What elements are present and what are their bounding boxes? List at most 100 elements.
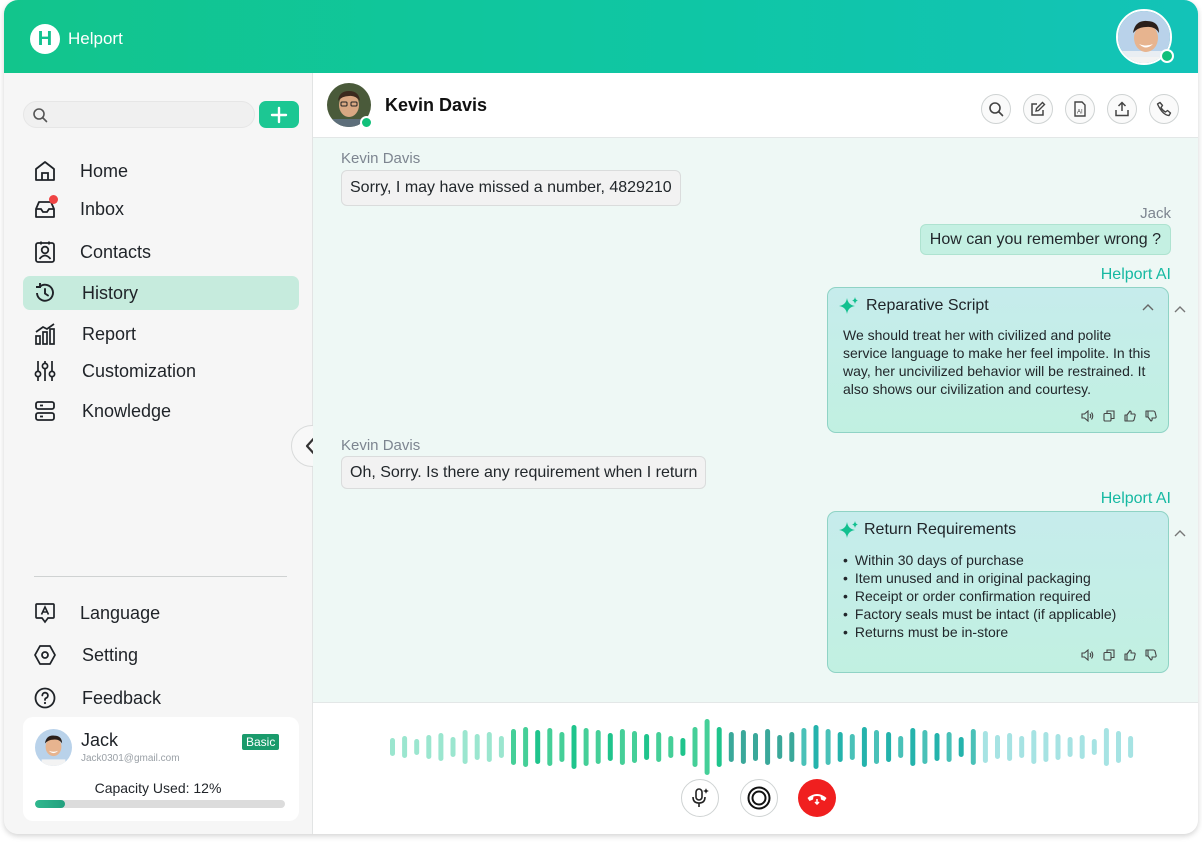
waveform-bar bbox=[704, 719, 710, 775]
nav-item-contacts[interactable]: Contacts bbox=[23, 235, 299, 269]
share-icon bbox=[1115, 101, 1129, 117]
waveform-bar bbox=[523, 727, 529, 767]
waveform-bar bbox=[765, 729, 771, 765]
app-logo[interactable]: H Helport bbox=[30, 24, 123, 54]
waveform-bar bbox=[680, 738, 686, 756]
thumbs-down-icon[interactable] bbox=[1145, 649, 1157, 661]
nav-item-language[interactable]: Language bbox=[23, 596, 299, 630]
sidebar-divider bbox=[34, 576, 287, 577]
ai-card-actions bbox=[1081, 410, 1157, 422]
add-button[interactable] bbox=[259, 101, 299, 128]
waveform-bar bbox=[692, 727, 698, 767]
logo-icon: H bbox=[30, 24, 60, 54]
plan-badge: Basic bbox=[242, 734, 280, 750]
home-icon bbox=[33, 159, 57, 183]
waveform-bar bbox=[511, 729, 516, 765]
ai-suggestion-card: Reparative Script We should treat her wi… bbox=[827, 287, 1169, 433]
app-name: Helport bbox=[68, 29, 123, 48]
plus-icon bbox=[270, 106, 288, 123]
waveform-bar bbox=[402, 736, 408, 758]
nav-item-feedback[interactable]: Feedback bbox=[23, 681, 299, 715]
edit-note-button[interactable] bbox=[1023, 94, 1053, 124]
waveform-bar bbox=[1007, 733, 1013, 761]
user-card[interactable]: Jack Jack0301@gmail.com Basic Capacity U… bbox=[23, 717, 299, 821]
waveform-bar bbox=[390, 738, 395, 756]
nav-item-setting[interactable]: Setting bbox=[23, 638, 299, 672]
nav-item-report[interactable]: Report bbox=[23, 317, 299, 351]
nav-item-customization[interactable]: Customization bbox=[23, 354, 299, 388]
contact-avatar[interactable] bbox=[327, 83, 373, 129]
nav-item-history[interactable]: History bbox=[23, 276, 299, 310]
hangup-button[interactable] bbox=[798, 779, 836, 817]
speaker-icon[interactable] bbox=[1081, 410, 1094, 422]
sidebar: Home Inbox Contacts History Report Custo… bbox=[4, 73, 313, 834]
waveform-bar bbox=[982, 731, 988, 763]
waveform-bar bbox=[716, 727, 722, 767]
waveform-bar bbox=[970, 729, 976, 765]
waveform-bar bbox=[498, 736, 504, 758]
waveform-bar bbox=[995, 735, 1000, 759]
nav-item-inbox[interactable]: Inbox bbox=[23, 192, 299, 226]
ai-card-actions bbox=[1081, 649, 1157, 661]
thumbs-up-icon[interactable] bbox=[1124, 410, 1136, 422]
ai-card-title: Reparative Script bbox=[866, 297, 989, 314]
collapse-card-icon[interactable] bbox=[1174, 300, 1186, 318]
top-bar: H Helport bbox=[4, 0, 1198, 73]
hangup-icon bbox=[807, 794, 827, 805]
list-item: Factory seals must be intact (if applica… bbox=[843, 605, 1158, 623]
message-sender: Jack bbox=[1140, 205, 1171, 222]
nav-item-knowledge[interactable]: Knowledge bbox=[23, 394, 299, 428]
incoming-message: Sorry, I may have missed a number, 48292… bbox=[341, 170, 681, 206]
waveform-bar bbox=[958, 737, 964, 757]
nav-label-history: History bbox=[82, 282, 139, 303]
history-icon bbox=[33, 281, 57, 305]
waveform-bar bbox=[1019, 736, 1025, 758]
ai-card-title: Return Requirements bbox=[864, 521, 1017, 538]
waveform-bar bbox=[946, 732, 952, 762]
waveform-bar bbox=[632, 731, 637, 763]
user-avatar[interactable] bbox=[1116, 9, 1174, 65]
waveform-bar bbox=[837, 732, 843, 762]
nav-label-knowledge: Knowledge bbox=[82, 400, 172, 421]
waveform-bar bbox=[656, 732, 662, 762]
waveform-bar bbox=[474, 734, 480, 760]
ai-summary-button[interactable]: AI bbox=[1065, 94, 1095, 124]
copy-icon[interactable] bbox=[1103, 649, 1115, 661]
waveform-bar bbox=[438, 733, 444, 761]
ai-mic-icon bbox=[692, 788, 709, 807]
ai-suggestion-card: Return Requirements Within 30 days of pu… bbox=[827, 511, 1169, 673]
audio-waveform bbox=[390, 719, 1134, 775]
knowledge-icon bbox=[33, 399, 57, 423]
message-sender: Kevin Davis bbox=[341, 150, 421, 167]
speaker-icon[interactable] bbox=[1081, 649, 1094, 661]
nav-label-setting: Setting bbox=[82, 644, 139, 665]
waveform-bar bbox=[595, 730, 601, 764]
nav-label-language: Language bbox=[80, 602, 161, 623]
ai-sender-label: Helport AI bbox=[1100, 490, 1171, 507]
waveform-bar bbox=[934, 733, 940, 761]
thumbs-down-icon[interactable] bbox=[1145, 410, 1157, 422]
waveform-bar bbox=[898, 736, 904, 758]
collapse-card-icon[interactable] bbox=[1174, 524, 1186, 542]
share-button[interactable] bbox=[1107, 94, 1137, 124]
contact-name: Kevin Davis bbox=[385, 95, 488, 115]
waveform-bar bbox=[825, 729, 831, 765]
call-button[interactable] bbox=[1149, 94, 1179, 124]
ai-card-text: We should treat her with civilized and p… bbox=[843, 327, 1151, 397]
chat-search-button[interactable] bbox=[981, 94, 1011, 124]
nav-item-home[interactable]: Home bbox=[23, 154, 299, 188]
sliders-icon bbox=[33, 359, 57, 383]
chevron-up-icon[interactable] bbox=[1142, 298, 1154, 316]
online-status-icon bbox=[1160, 49, 1174, 63]
thumbs-up-icon[interactable] bbox=[1124, 649, 1136, 661]
waveform-bar bbox=[861, 727, 867, 767]
search-input[interactable] bbox=[23, 101, 255, 128]
avatar bbox=[35, 729, 72, 766]
nav-label-home: Home bbox=[80, 160, 129, 181]
waveform-bar bbox=[753, 733, 758, 761]
copy-icon[interactable] bbox=[1103, 410, 1115, 422]
waveform-bar bbox=[1116, 731, 1121, 763]
record-button[interactable] bbox=[740, 779, 778, 817]
ai-mic-button[interactable] bbox=[681, 779, 719, 817]
nav-label-customization: Customization bbox=[82, 360, 197, 381]
